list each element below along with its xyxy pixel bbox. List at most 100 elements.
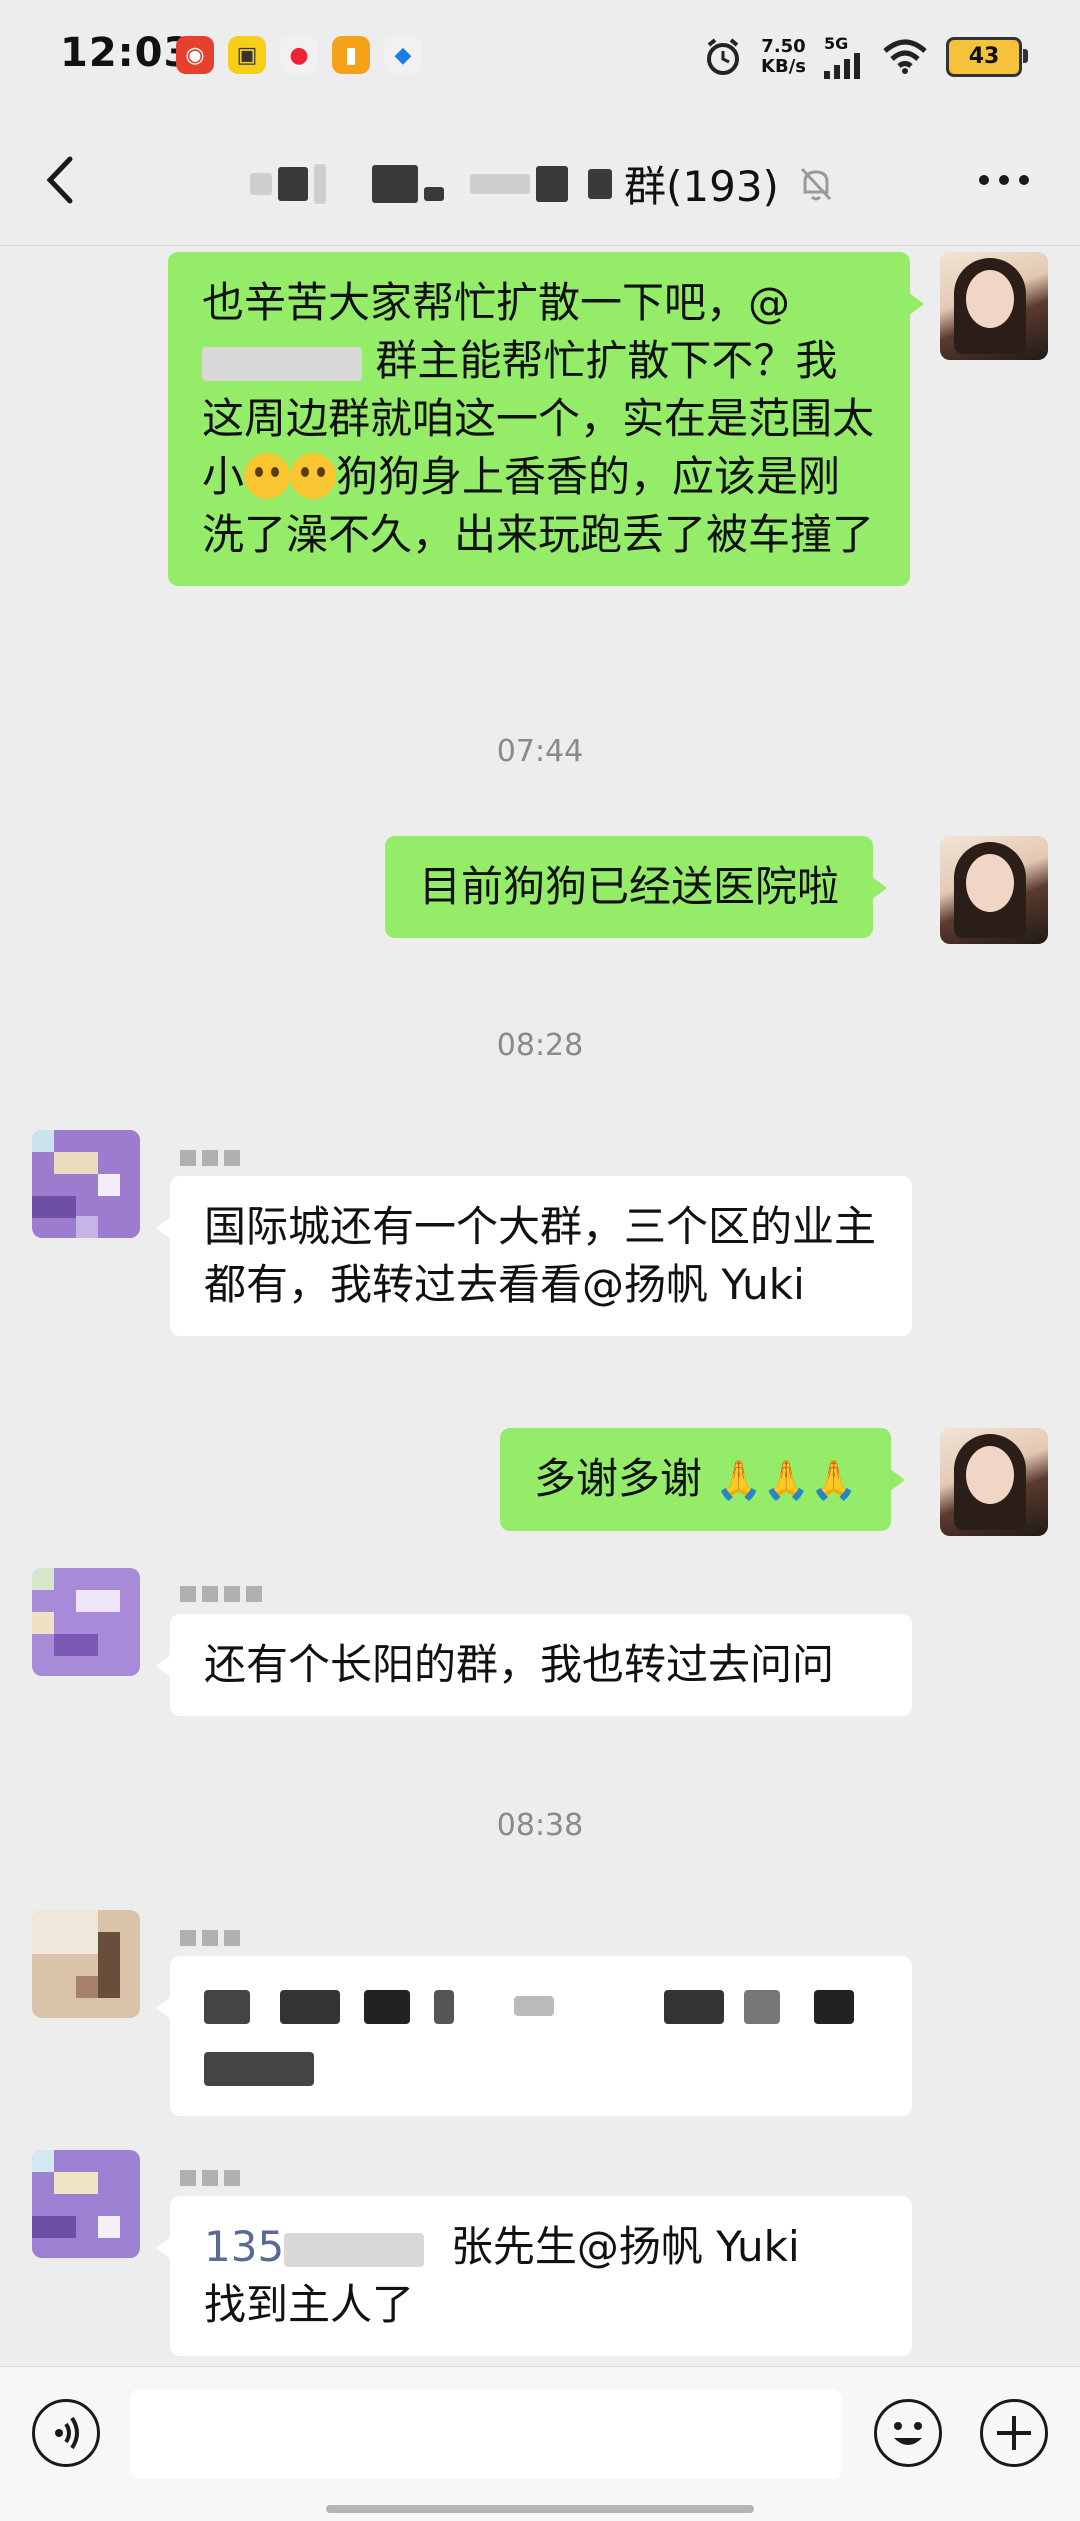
redacted-message <box>204 1978 878 2094</box>
avatar-pixel <box>98 1932 120 1998</box>
avatar-pixel <box>76 1590 120 1612</box>
chat-header: 群(193) <box>0 115 1080 246</box>
sender-name-redacted <box>180 2170 240 2186</box>
avatar-other[interactable] <box>32 1910 140 2018</box>
bell-off-icon <box>800 167 832 200</box>
notes-icon: ▮ <box>332 36 370 74</box>
avatar-face <box>966 1446 1014 1504</box>
avatar-pixel <box>54 2172 98 2194</box>
avatar-self[interactable] <box>940 836 1048 944</box>
message-text: 目前狗狗已经送医院啦 <box>419 862 840 911</box>
message-text: 还有个长阳的群，我也转过去问问 <box>204 1640 835 1689</box>
redacted-text <box>372 164 418 203</box>
timestamp: 08:38 <box>496 1808 584 1843</box>
pray-icon: 🙏 <box>810 1458 858 1502</box>
alarm-icon <box>707 37 740 75</box>
redacted-text <box>204 1990 250 2024</box>
plus-icon <box>997 2416 1031 2450</box>
avatar-pixel <box>76 1976 98 1998</box>
redacted-text <box>364 1990 410 2024</box>
message-bubble-received[interactable]: 国际城还有一个大群，三个区的业主都有，我转过去看看@扬帆 Yuki <box>156 1176 912 1336</box>
redacted-text <box>434 1990 454 2024</box>
redacted-text <box>664 1990 724 2024</box>
notification-icons: ◉ ▣ ● ▮ ◆ <box>176 36 422 74</box>
avatar-pixel <box>32 1568 54 1590</box>
status-right: 7.50 KB/s 5G 43 <box>703 34 1028 79</box>
phone-number-link[interactable]: 135 <box>204 2222 284 2271</box>
pray-icon: 🙏 <box>762 1458 811 1502</box>
avatar-pixel <box>32 2150 54 2172</box>
redacted-text <box>424 186 444 201</box>
signal-icon <box>824 53 860 79</box>
chat-title: 群(193) <box>250 153 835 214</box>
avatar-pixel <box>32 1196 76 1218</box>
wifi-icon <box>883 39 927 74</box>
avatar-pixel <box>98 1174 120 1196</box>
chat-title-text: 群(193) <box>624 162 779 211</box>
redacted-text <box>314 163 326 204</box>
avatar-pixel <box>32 1910 98 1954</box>
redacted-text <box>280 1990 340 2024</box>
plus-button[interactable] <box>980 2399 1048 2467</box>
signal: 5G <box>824 34 864 79</box>
crying-face-icon <box>244 453 291 499</box>
avatar-self[interactable] <box>940 252 1048 360</box>
status-time: 12:03 <box>60 30 193 76</box>
redacted-text <box>536 165 568 202</box>
redacted-text <box>588 168 612 199</box>
back-button[interactable] <box>38 153 88 207</box>
message-bubble-received[interactable]: 还有个长阳的群，我也转过去问问 <box>156 1614 912 1716</box>
net-speed-unit: KB/s <box>761 55 806 77</box>
sender-name-redacted <box>180 1586 262 1602</box>
chat-message-list[interactable]: 也辛苦大家帮忙扩散一下吧，@ 群主能帮忙扩散下不？我这周边群就咱这一个，实在是范… <box>0 246 1080 2366</box>
redacted-text <box>514 1996 554 2016</box>
avatar-other[interactable] <box>32 1130 140 1238</box>
message-bubble-sent[interactable]: 多谢多谢 🙏🙏🙏 <box>500 1428 906 1531</box>
sender-name-redacted <box>180 1930 240 1946</box>
message-bubble-received[interactable]: 135 张先生@扬帆 Yuki 找到主人了 <box>156 2196 912 2356</box>
avatar-other[interactable] <box>32 1568 140 1676</box>
message-text: 多谢多谢 <box>534 1454 703 1503</box>
redacted-phone <box>284 2232 425 2267</box>
redacted-text <box>744 1990 780 2024</box>
avatar-face <box>966 270 1014 328</box>
avatar-pixel <box>32 1612 54 1634</box>
redacted-text <box>814 1990 854 2024</box>
redacted-text <box>470 173 530 194</box>
net-speed-value: 7.50 <box>761 35 806 57</box>
message-input[interactable] <box>130 2389 842 2479</box>
message-text: 张先生@扬帆 Yuki <box>450 2222 800 2271</box>
avatar-other[interactable] <box>32 2150 140 2258</box>
message-bubble-received[interactable] <box>156 1956 912 2116</box>
emoji-icon <box>894 2422 922 2445</box>
browser-icon: ◆ <box>384 36 422 74</box>
net-speed: 7.50 KB/s <box>761 35 806 77</box>
redacted-text <box>250 172 272 195</box>
redacted-text <box>278 166 308 201</box>
avatar-pixel <box>32 2216 76 2238</box>
emoji-button[interactable] <box>874 2399 942 2467</box>
message-bubble-sent[interactable]: 目前狗狗已经送医院啦 <box>385 836 888 938</box>
battery-indicator: 43 <box>946 36 1028 77</box>
redacted-text <box>204 2052 314 2086</box>
timestamp: 07:44 <box>496 734 584 769</box>
message-text: 找到主人了 <box>204 2280 415 2329</box>
avatar-self[interactable] <box>940 1428 1048 1536</box>
input-bar <box>0 2366 1080 2521</box>
voice-button[interactable] <box>32 2399 100 2467</box>
redacted-mention <box>202 346 362 381</box>
maps-icon: ● <box>280 36 318 74</box>
avatar-pixel <box>54 1634 98 1656</box>
avatar-pixel <box>76 1216 98 1238</box>
home-indicator[interactable] <box>326 2505 754 2513</box>
avatar-pixel <box>54 1152 98 1174</box>
meituan-icon: ▣ <box>228 36 266 74</box>
timestamp: 08:28 <box>496 1028 584 1063</box>
signal-label: 5G <box>824 34 849 53</box>
pray-icon: 🙏 <box>715 1458 763 1502</box>
avatar-pixel <box>32 1130 54 1152</box>
more-button[interactable] <box>976 165 1032 195</box>
message-bubble-sent[interactable]: 也辛苦大家帮忙扩散一下吧，@ 群主能帮忙扩散下不？我这周边群就咱这一个，实在是范… <box>168 252 924 586</box>
status-bar: 12:03 ◉ ▣ ● ▮ ◆ 7.50 KB/s 5G 43 <box>0 0 1080 115</box>
message-text: 国际城还有一个大群，三个区的业主都有，我转过去看看@扬帆 Yuki <box>204 1202 877 1309</box>
